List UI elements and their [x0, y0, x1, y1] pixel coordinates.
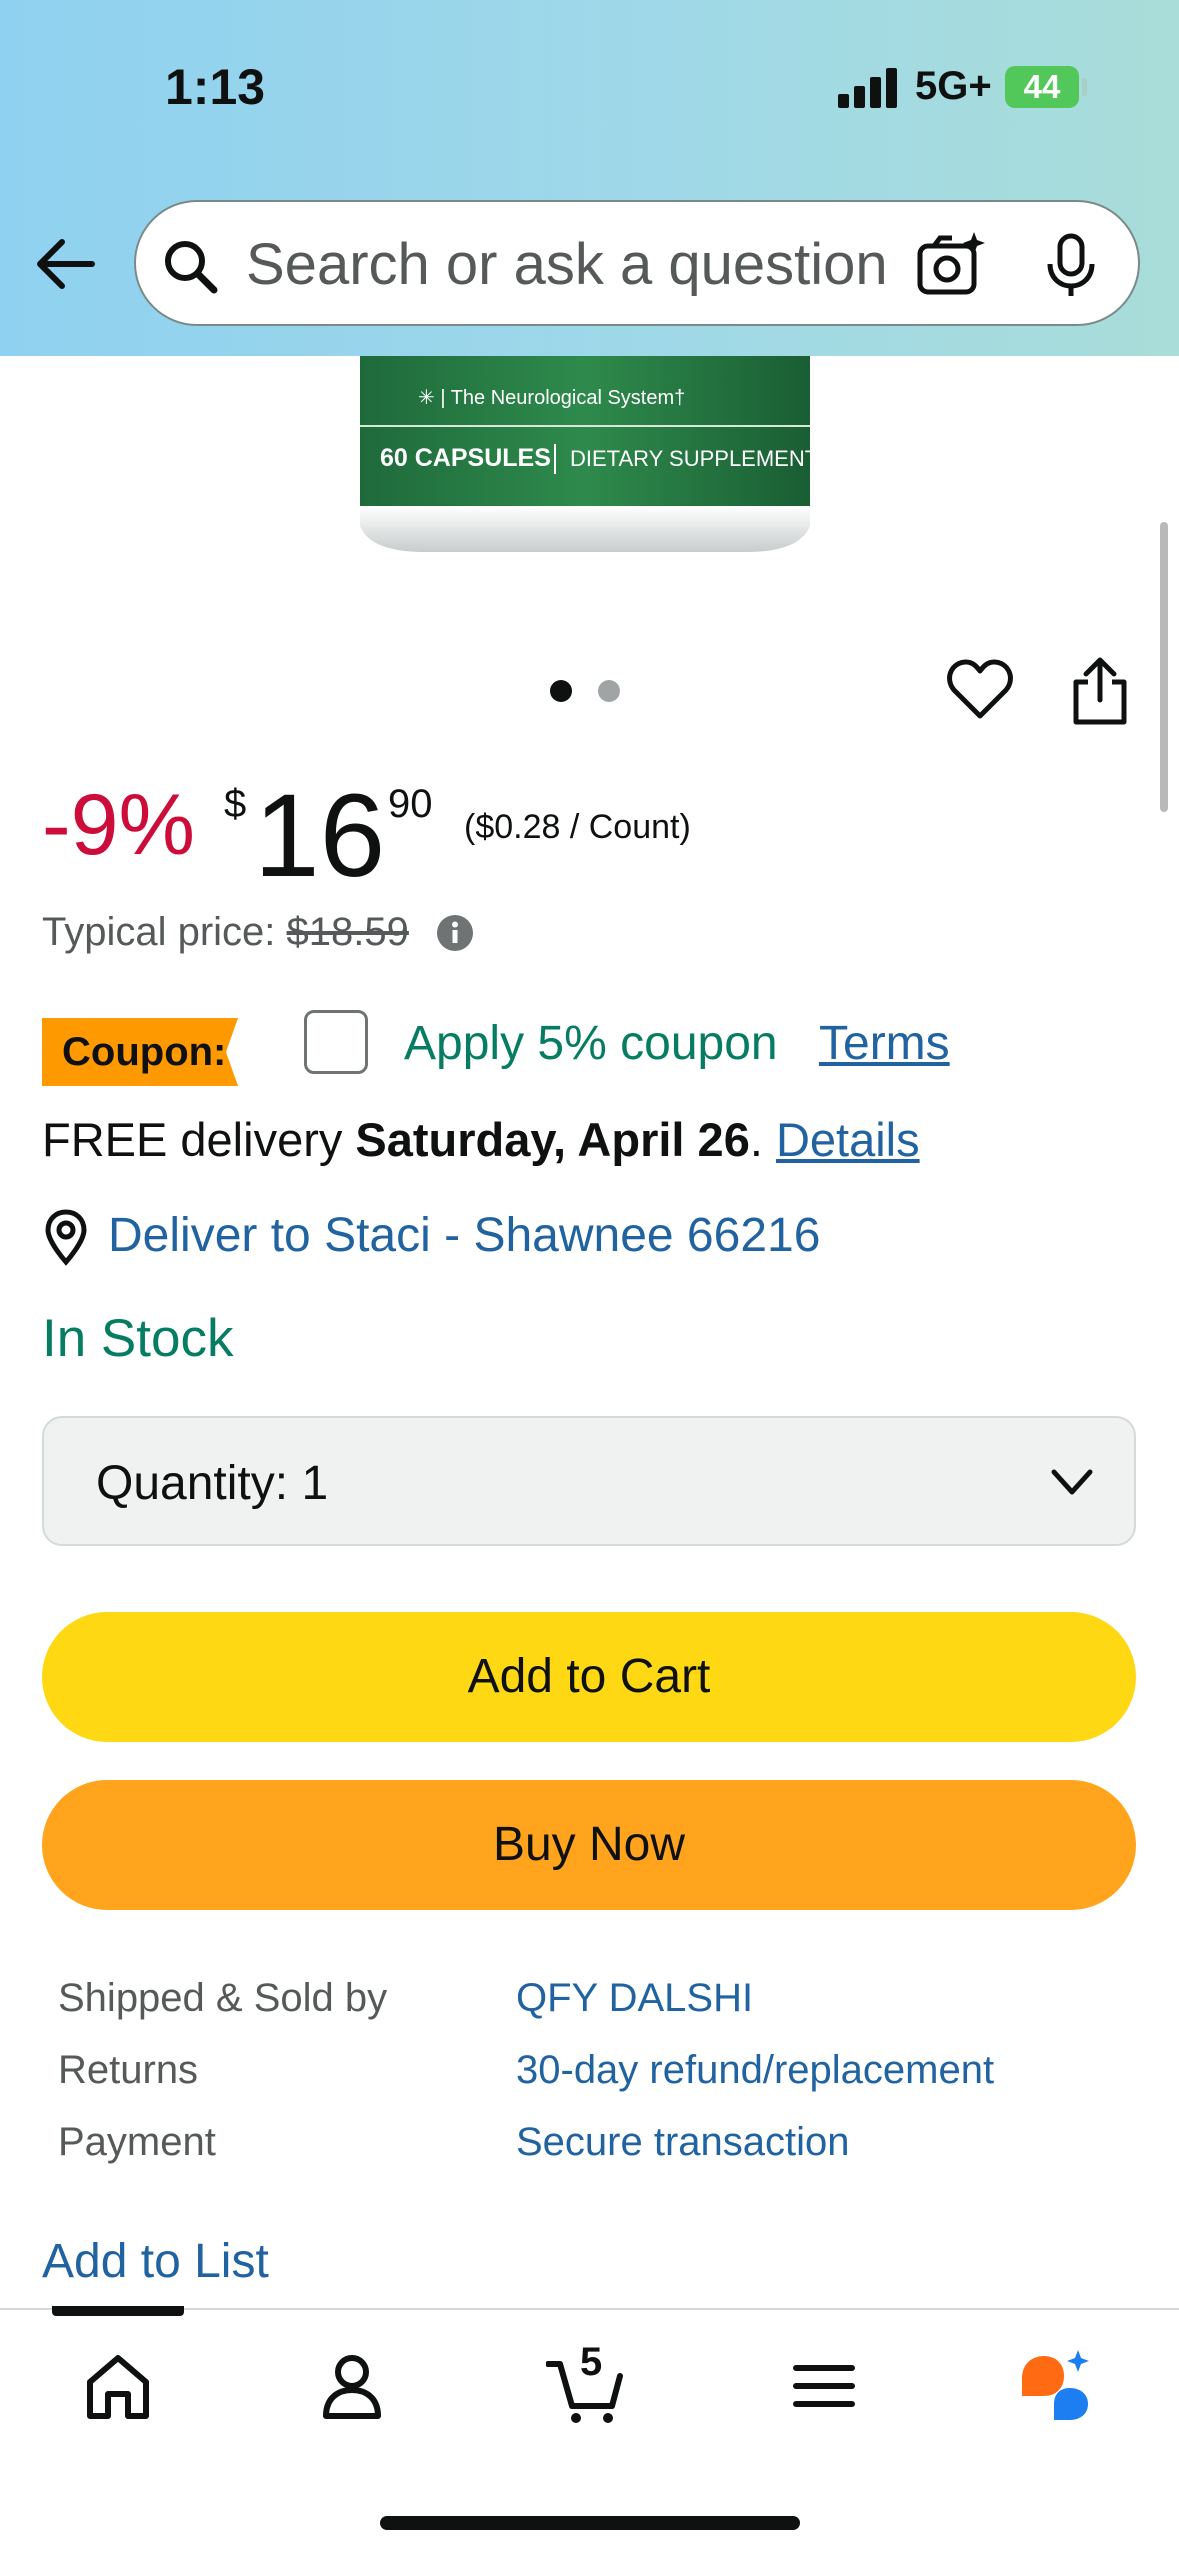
bottle-capsules: 60 CAPSULES [380, 444, 551, 472]
add-to-cart-button[interactable]: Add to Cart [42, 1612, 1136, 1742]
account-icon[interactable] [312, 2346, 392, 2426]
rufus-assistant-icon[interactable] [1014, 2346, 1094, 2426]
home-icon[interactable] [78, 2346, 158, 2426]
quantity-select[interactable]: Quantity: 1 [42, 1416, 1136, 1546]
typical-price: Typical price: $18.59 [42, 910, 409, 955]
quantity-value: 1 [301, 1457, 329, 1510]
delivery-info: FREE delivery Saturday, April 26. Detail… [42, 1112, 920, 1167]
apply-coupon-label[interactable]: Apply 5% coupon [404, 1016, 778, 1071]
detail-key: Shipped & Sold by [58, 1976, 388, 2020]
deliver-to-link[interactable]: Deliver to Staci - Shawnee 66216 [108, 1208, 820, 1263]
delivery-details-link[interactable]: Details [776, 1113, 920, 1166]
carousel-dot-2[interactable] [598, 680, 620, 702]
svg-text:✳ | The Neurological System†: ✳ | The Neurological System† [418, 387, 685, 409]
info-icon[interactable] [436, 914, 474, 952]
microphone-icon[interactable] [1036, 230, 1106, 300]
search-icon [165, 241, 218, 294]
tab-active-indicator [52, 2306, 184, 2316]
buy-now-button[interactable]: Buy Now [42, 1780, 1136, 1910]
quantity-label: Quantity: 1 [96, 1456, 328, 1511]
typical-price-value: $18.59 [286, 910, 409, 954]
detail-key: Returns [58, 2048, 199, 2092]
bottle-supplement: DIETARY SUPPLEMENT [570, 446, 818, 471]
price-per-unit: ($0.28 / Count) [464, 808, 691, 846]
cart-count-badge: 5 [580, 2340, 603, 2384]
carousel-dot-1[interactable] [550, 680, 572, 702]
signal-icon [838, 66, 900, 108]
price-currency: $ [224, 782, 247, 826]
discount-percent: -9% [42, 777, 195, 873]
network-type: 5G+ [915, 64, 992, 108]
detail-key: Payment [58, 2120, 216, 2164]
detail-value-seller[interactable]: QFY DALSHI [516, 1976, 753, 2021]
quantity-label-text: Quantity: [96, 1457, 302, 1510]
delivery-date: Saturday, April 26 [355, 1113, 750, 1166]
battery-level: 44 [1023, 68, 1061, 105]
status-time: 1:13 [165, 59, 266, 115]
scrollbar[interactable] [1160, 522, 1168, 812]
typical-price-label: Typical price: [42, 910, 287, 954]
search-bar[interactable] [134, 200, 1140, 326]
add-to-list-link[interactable]: Add to List [42, 2234, 269, 2289]
delivery-suffix: . [749, 1113, 776, 1166]
detail-value-payment[interactable]: Secure transaction [516, 2120, 850, 2165]
product-image[interactable]: ✳ | The Neurological System† 60 CAPSULES… [330, 356, 840, 556]
price-fraction: 90 [388, 782, 433, 826]
menu-icon[interactable] [784, 2346, 864, 2426]
coupon-badge-label: Coupon: [62, 1030, 227, 1074]
price-whole: 16 [254, 770, 386, 902]
battery-icon: 44 [1005, 66, 1079, 108]
home-indicator[interactable] [380, 2516, 800, 2530]
delivery-prefix: FREE delivery [42, 1113, 356, 1166]
bottle-line-1: The Neurological System† [451, 387, 686, 409]
wishlist-heart-icon[interactable] [946, 658, 1014, 722]
detail-value-returns[interactable]: 30-day refund/replacement [516, 2048, 994, 2093]
coupon-terms-link[interactable]: Terms [819, 1016, 950, 1071]
camera-search-icon[interactable] [914, 228, 990, 304]
back-arrow-icon[interactable] [30, 228, 102, 300]
stock-status: In Stock [42, 1309, 234, 1368]
coupon-checkbox[interactable] [304, 1010, 368, 1074]
share-icon[interactable] [1068, 656, 1132, 726]
chevron-down-icon [1051, 1469, 1093, 1495]
battery-tip [1082, 78, 1087, 96]
location-pin-icon [45, 1209, 87, 1266]
